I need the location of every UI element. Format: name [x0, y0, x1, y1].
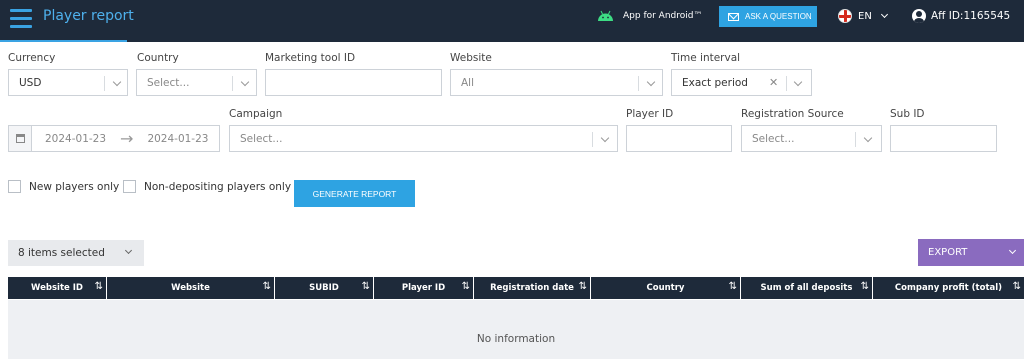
currency-label: Currency — [8, 52, 56, 64]
column-header-label: Website ID — [31, 283, 83, 293]
empty-state-text: No information — [476, 333, 556, 345]
chevron-down-icon — [112, 77, 122, 87]
column-header-label: SUBID — [309, 283, 339, 293]
user-icon — [912, 9, 926, 23]
campaign-select[interactable]: Select... — [229, 125, 618, 152]
export-label: EXPORT — [928, 247, 968, 258]
title-underline — [0, 40, 127, 42]
chevron-down-icon — [1008, 246, 1017, 255]
column-header-website[interactable]: Website ⇅ — [107, 277, 275, 299]
registration-source-select[interactable]: Select... — [741, 125, 882, 152]
time-interval-label: Time interval — [671, 52, 741, 64]
campaign-placeholder: Select... — [240, 132, 283, 145]
marketing-tool-label: Marketing tool ID — [265, 52, 356, 64]
country-label: Country — [137, 52, 179, 64]
sort-icon[interactable]: ⇅ — [1013, 281, 1021, 292]
column-header-subid[interactable]: SUBID ⇅ — [275, 277, 374, 299]
sub-id-label: Sub ID — [890, 108, 925, 120]
currency-value: USD — [19, 76, 42, 89]
checkbox-box[interactable] — [8, 180, 21, 193]
sub-id-input[interactable] — [890, 125, 997, 152]
column-header-label: Country — [646, 283, 685, 293]
column-header-label: Sum of all deposits — [760, 283, 853, 293]
table-header: Website ID ⇅ Website ⇅ SUBID ⇅ Player ID ⇅ R… — [8, 277, 1024, 299]
language-label: EN — [858, 10, 872, 22]
registration-source-label: Registration Source — [741, 108, 844, 120]
chevron-down-icon — [863, 133, 873, 143]
currency-select[interactable]: USD — [8, 69, 128, 96]
uk-flag-icon — [838, 9, 852, 23]
website-select[interactable]: All — [450, 69, 663, 96]
top-bar: Player report App for Android™ ASK A QUE… — [0, 0, 1024, 42]
android-label: App for Android™ — [623, 10, 703, 21]
player-id-input[interactable] — [626, 125, 732, 152]
chevron-down-icon — [880, 10, 888, 19]
date-from[interactable]: 2024-01-23 — [45, 133, 106, 145]
column-header-company-profit[interactable]: Company profit (total) ⇅ — [873, 277, 1024, 299]
player-id-label: Player ID — [626, 108, 674, 120]
ask-question-label: ASK A QUESTION — [745, 12, 812, 21]
page-title: Player report — [43, 8, 134, 24]
ask-question-button[interactable]: ASK A QUESTION — [719, 6, 817, 27]
table-body: No information — [8, 300, 1024, 359]
new-players-checkbox[interactable]: New players only — [8, 180, 119, 193]
mail-icon — [728, 12, 739, 21]
column-header-label: Registration date — [490, 283, 574, 293]
chevron-down-icon — [240, 77, 250, 87]
time-interval-select[interactable]: Exact period ✕ — [671, 69, 812, 96]
column-header-country[interactable]: Country ⇅ — [591, 277, 741, 299]
sort-icon[interactable]: ⇅ — [861, 281, 869, 292]
calendar-icon — [9, 126, 32, 151]
sort-icon[interactable]: ⇅ — [729, 281, 737, 292]
marketing-tool-input[interactable] — [265, 69, 442, 96]
website-value: All — [461, 76, 475, 89]
checkbox-box[interactable] — [123, 180, 136, 193]
android-app-link[interactable]: App for Android™ — [597, 9, 702, 22]
sort-icon[interactable]: ⇅ — [579, 281, 587, 292]
registration-source-placeholder: Select... — [752, 132, 795, 145]
language-selector[interactable]: EN — [838, 9, 888, 23]
column-header-registration-date[interactable]: Registration date ⇅ — [474, 277, 591, 299]
date-to[interactable]: 2024-01-23 — [147, 133, 208, 145]
sort-icon[interactable]: ⇅ — [95, 281, 103, 292]
chevron-down-icon — [124, 246, 133, 255]
campaign-label: Campaign — [229, 108, 283, 120]
new-players-label: New players only — [29, 180, 120, 193]
arrow-right-icon: → — [120, 129, 134, 148]
columns-selector[interactable]: 8 items selected — [8, 240, 144, 266]
column-header-label: Player ID — [401, 283, 446, 293]
date-range-picker[interactable]: 2024-01-23 → 2024-01-23 — [8, 125, 220, 152]
column-header-label: Company profit (total) — [894, 283, 1003, 293]
items-selected-label: 8 items selected — [18, 247, 105, 259]
chevron-down-icon — [646, 77, 656, 87]
time-interval-value: Exact period — [682, 76, 748, 89]
android-icon — [598, 10, 613, 21]
non-depositing-checkbox[interactable]: Non-depositing players only — [123, 180, 291, 193]
clear-icon[interactable]: ✕ — [769, 76, 778, 89]
column-header-website-id[interactable]: Website ID ⇅ — [8, 277, 107, 299]
chevron-down-icon — [600, 133, 610, 143]
generate-report-button[interactable]: GENERATE REPORT — [294, 180, 415, 207]
column-header-player-id[interactable]: Player ID ⇅ — [374, 277, 474, 299]
sort-icon[interactable]: ⇅ — [462, 281, 470, 292]
country-select[interactable]: Select... — [136, 69, 257, 96]
column-header-sum-deposits[interactable]: Sum of all deposits ⇅ — [741, 277, 873, 299]
account-info[interactable]: Aff ID:1165545 — [912, 9, 1010, 23]
non-depositing-label: Non-depositing players only — [144, 180, 292, 193]
hamburger-menu-icon[interactable] — [10, 9, 32, 29]
sort-icon[interactable]: ⇅ — [263, 281, 271, 292]
sort-icon[interactable]: ⇅ — [362, 281, 370, 292]
chevron-down-icon — [793, 77, 803, 87]
website-label: Website — [450, 52, 492, 64]
export-button[interactable]: EXPORT — [918, 239, 1024, 266]
column-header-label: Website — [171, 283, 210, 293]
country-placeholder: Select... — [147, 76, 190, 89]
aff-id: Aff ID:1165545 — [931, 10, 1011, 22]
